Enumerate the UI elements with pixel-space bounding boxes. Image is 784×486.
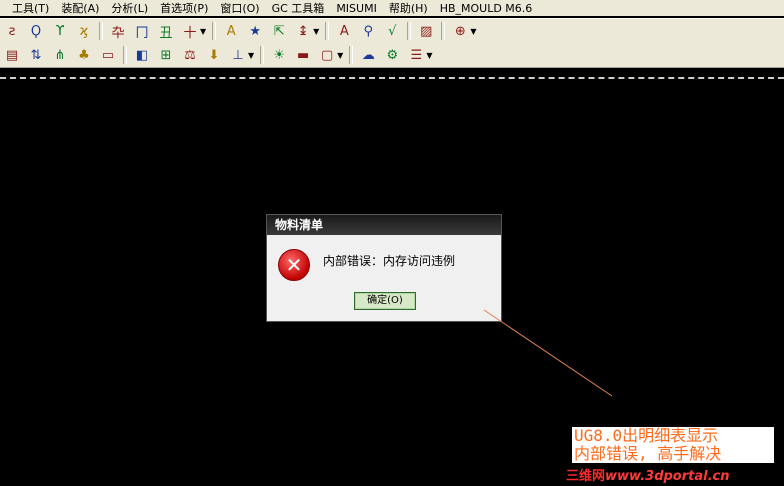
dialog-title[interactable]: 物料清单 xyxy=(267,215,501,235)
annotation-a-icon[interactable]: A xyxy=(334,21,354,41)
sort-icon[interactable]: ⇅ xyxy=(26,45,46,65)
grid-icon[interactable]: ⊞ xyxy=(156,45,176,65)
annotation-line-2: 内部错误, 高手解决 xyxy=(574,444,722,463)
star-icon[interactable]: ★ xyxy=(245,21,265,41)
menu-item-0[interactable]: 工具(T) xyxy=(0,0,49,16)
toolbar-separator xyxy=(441,22,446,40)
menu-item-7[interactable]: 帮助(H) xyxy=(377,0,428,16)
trim-icon[interactable]: ϒ xyxy=(50,21,70,41)
dialog-message: 内部错误：内存访问违例 xyxy=(323,254,456,268)
watermark-site: www.3dportal.cn xyxy=(605,469,730,484)
menu-item-2[interactable]: 分析(L) xyxy=(99,0,148,16)
part-icon[interactable]: ▭ xyxy=(98,45,118,65)
list-icon[interactable]: ☰ xyxy=(406,45,426,65)
toolbar-row-2: ▤ ⇅ ⋔ ♣ ▭ ◧ ⊞ ⚖ ⬇ ⊥ ▼ ☀ ▬ ▢ ▼ ☁ ⚙ ☰ ▼ xyxy=(0,43,784,68)
dimension-icon[interactable]: 冂 xyxy=(132,21,152,41)
light-icon[interactable]: ☀ xyxy=(269,45,289,65)
frame-icon[interactable]: ▢ xyxy=(317,45,337,65)
curve-icon[interactable]: ƨ xyxy=(2,21,22,41)
flag-icon[interactable]: ◧ xyxy=(132,45,152,65)
chevron-down-icon[interactable]: ▼ xyxy=(426,51,432,60)
hide-icon[interactable]: ⇱ xyxy=(269,21,289,41)
toolbar-separator xyxy=(260,46,265,64)
table-icon[interactable]: ▤ xyxy=(2,45,22,65)
fillet-icon[interactable]: Ϙ xyxy=(26,21,46,41)
error-dialog: 物料清单 ✕ 内部错误：内存访问违例 确定(O) xyxy=(266,214,502,322)
hatch-icon[interactable]: ▨ xyxy=(416,21,436,41)
section-icon[interactable]: 丑 xyxy=(156,21,176,41)
window-icon[interactable]: ▬ xyxy=(293,45,313,65)
branch-icon[interactable]: ⋔ xyxy=(50,45,70,65)
offset-icon[interactable]: 卆 xyxy=(108,21,128,41)
error-icon: ✕ xyxy=(278,249,310,281)
chevron-down-icon[interactable]: ▼ xyxy=(313,27,319,36)
menu-item-8[interactable]: HB_MOULD M6.6 xyxy=(428,2,533,15)
menu-item-3[interactable]: 首选项(P) xyxy=(148,0,208,16)
watermark: 三维网www.3dportal.cn xyxy=(566,465,730,484)
text-style-icon[interactable]: A xyxy=(221,21,241,41)
menu-item-6[interactable]: MISUMI xyxy=(324,2,377,15)
gear-icon[interactable]: ⚙ xyxy=(382,45,402,65)
menu-item-4[interactable]: 窗口(O) xyxy=(208,0,259,16)
toolbar-separator xyxy=(212,22,217,40)
toolbar-separator xyxy=(123,46,127,64)
measure-icon[interactable]: ↨ xyxy=(293,21,313,41)
viewport-dashed-border xyxy=(0,77,784,79)
toolbar-separator xyxy=(349,46,354,64)
menu-item-1[interactable]: 装配(A) xyxy=(49,0,99,16)
target-icon[interactable]: ⊕ xyxy=(450,21,470,41)
toolbar-row-1: ƨ Ϙ ϒϗ 卆冂丑十 ▼ A ★ ⇱ ↨ ▼ A ⚲ √ ▨ ⊕ ▼ xyxy=(0,18,784,43)
chevron-down-icon[interactable]: ▼ xyxy=(200,27,206,36)
extend-icon[interactable]: ϗ xyxy=(74,21,94,41)
toolbar-separator xyxy=(325,22,330,40)
menu-item-5[interactable]: GC 工具箱 xyxy=(260,0,325,16)
annotation-box: UG8.0出明细表显示 内部错误, 高手解决 xyxy=(572,427,774,463)
ok-button[interactable]: 确定(O) xyxy=(354,292,416,310)
crosshair-icon[interactable]: 十 xyxy=(180,21,200,41)
chevron-down-icon[interactable]: ▼ xyxy=(470,27,476,36)
tree-icon[interactable]: ♣ xyxy=(74,45,94,65)
cloud-icon[interactable]: ☁ xyxy=(358,45,378,65)
watermark-brand: 三维网 xyxy=(566,469,606,484)
scale-icon[interactable]: ⚖ xyxy=(180,45,200,65)
annotation-line-1: UG8.0出明细表显示 xyxy=(574,426,719,445)
chevron-down-icon[interactable]: ▼ xyxy=(337,51,343,60)
toolbar-separator xyxy=(99,22,103,40)
search-icon[interactable]: ⚲ xyxy=(358,21,378,41)
error-icon-glyph: ✕ xyxy=(285,253,303,277)
check-icon[interactable]: √ xyxy=(382,21,402,41)
toolbar-separator xyxy=(407,22,412,40)
pin-icon[interactable]: ⊥ xyxy=(228,45,248,65)
chevron-down-icon[interactable]: ▼ xyxy=(248,51,254,60)
menu-bar: 工具(T) 装配(A) 分析(L) 首选项(P) 窗口(O) GC 工具箱 MISUMI 帮助… xyxy=(0,0,784,16)
download-icon[interactable]: ⬇ xyxy=(204,45,224,65)
